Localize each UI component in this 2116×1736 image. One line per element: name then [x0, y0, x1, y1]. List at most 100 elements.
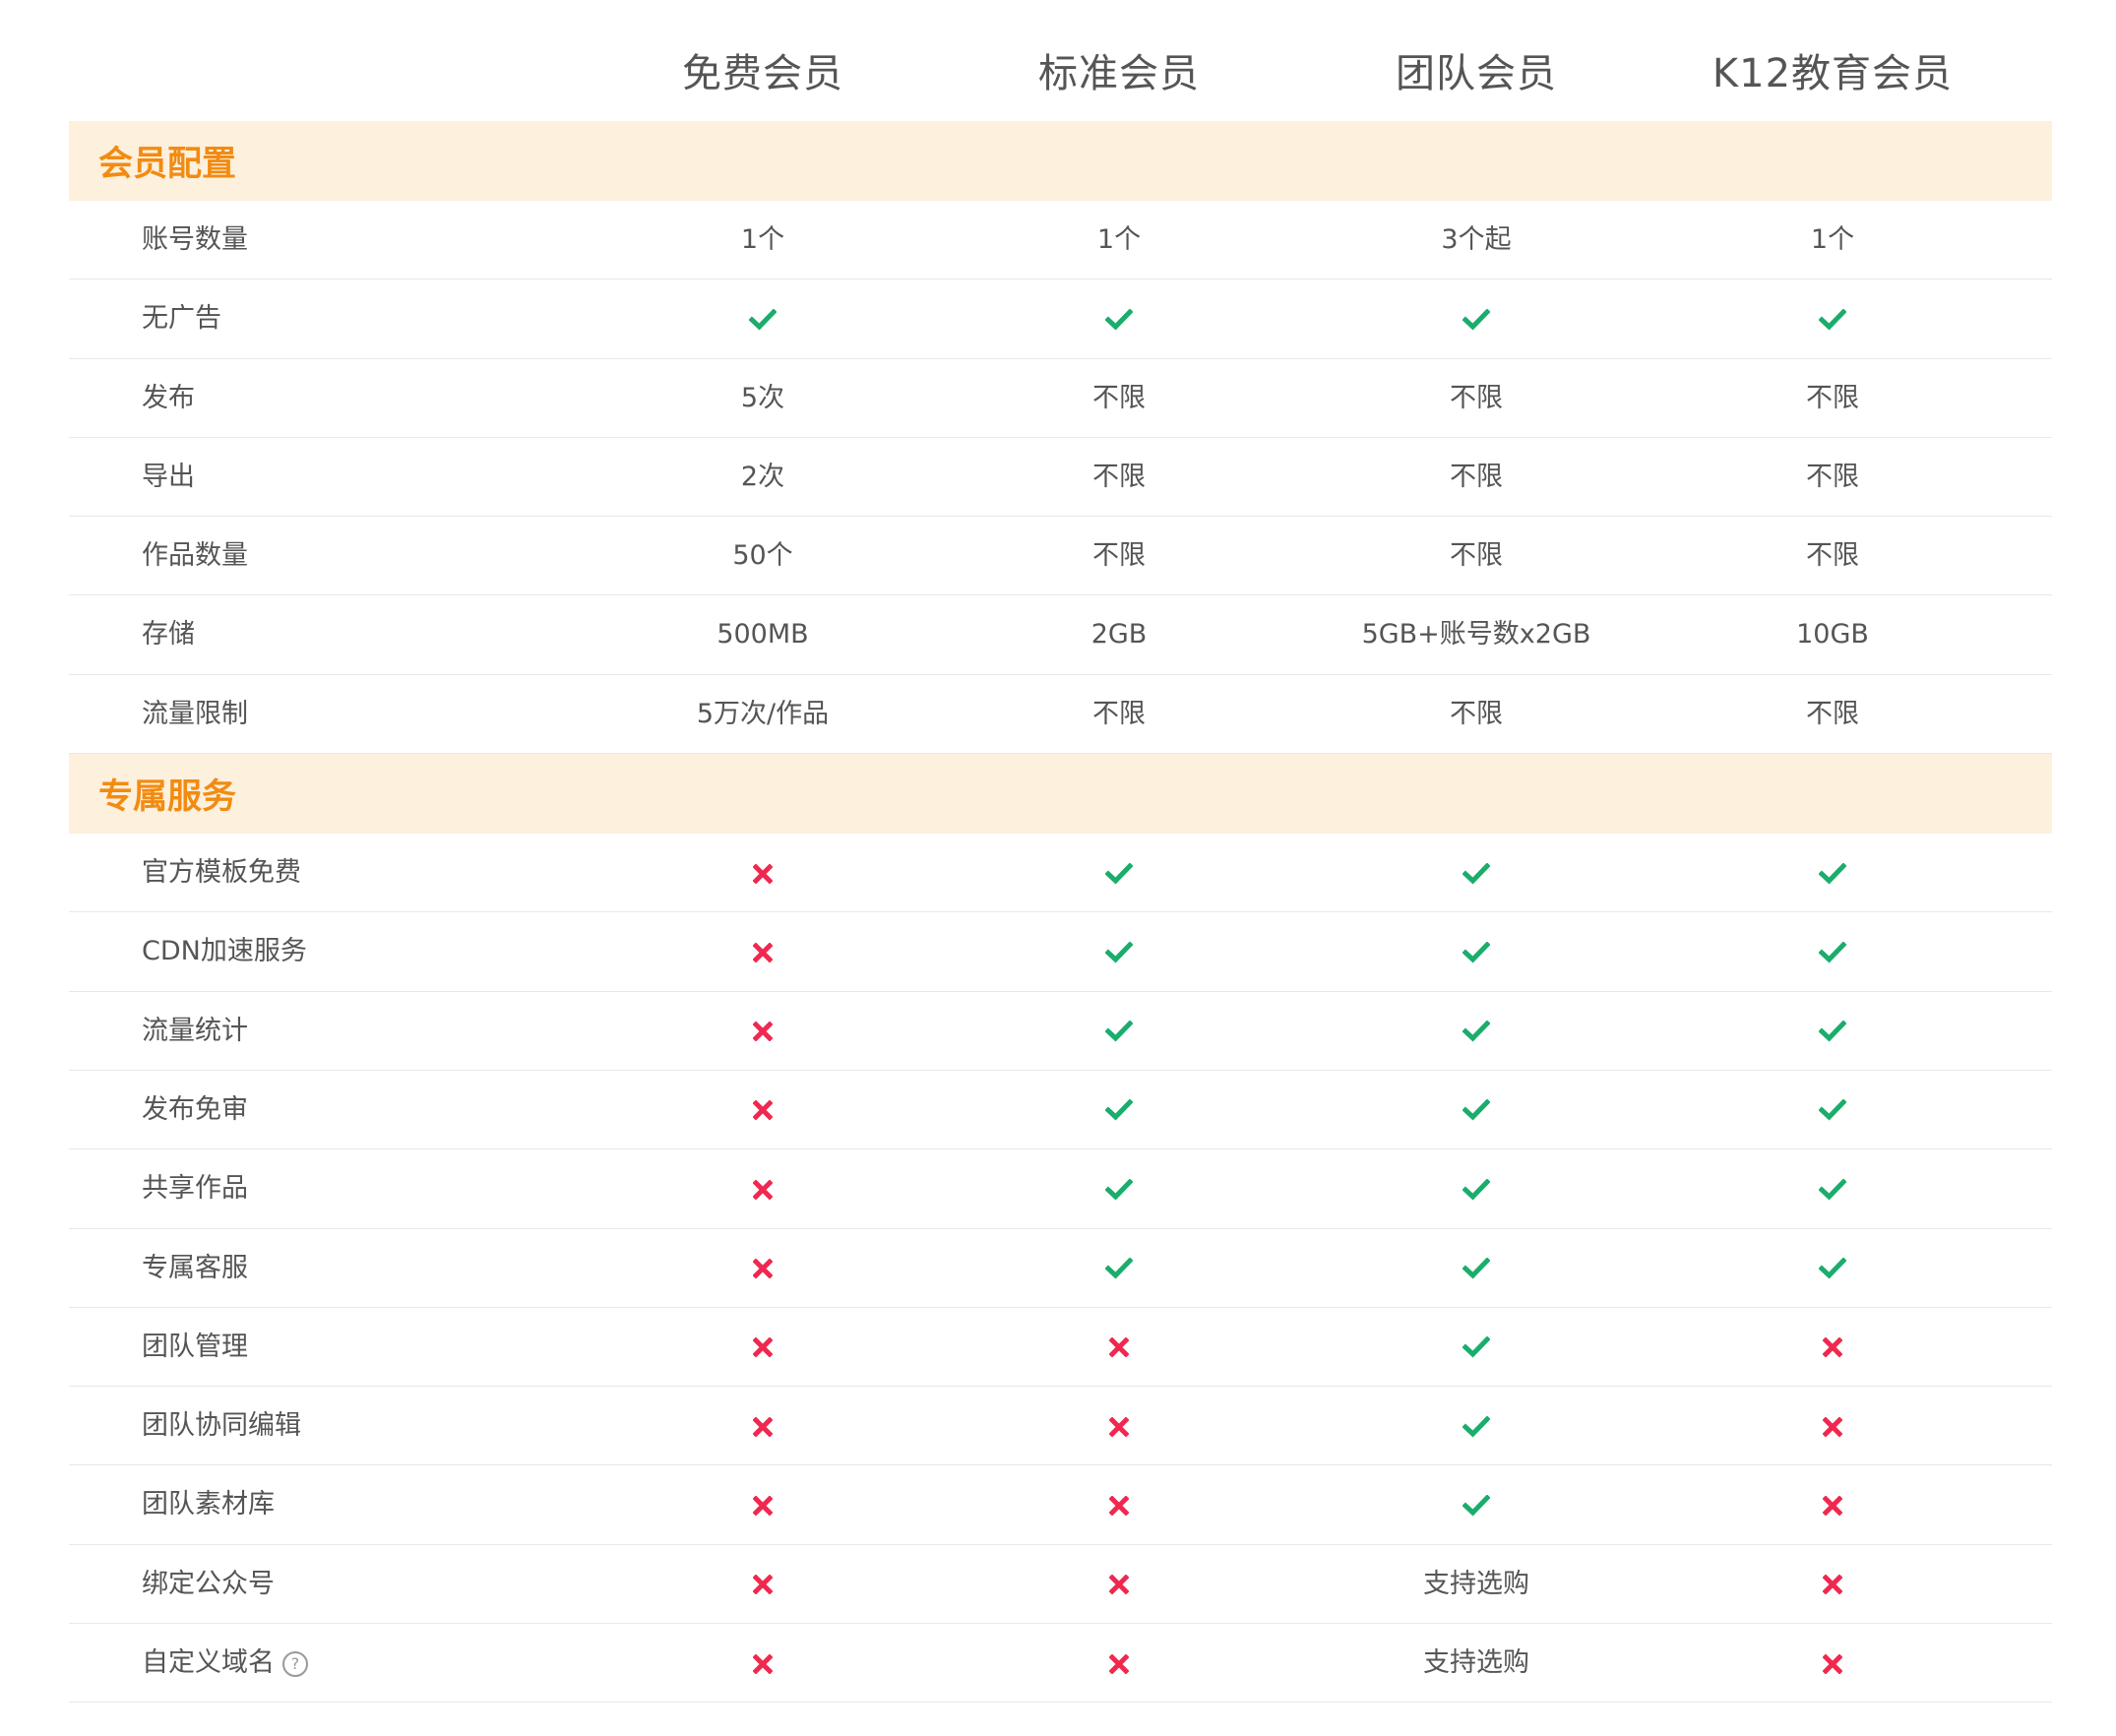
cross-icon: [752, 1495, 774, 1517]
plan-cell: [1654, 1308, 2011, 1387]
cell-value: 1个: [1096, 224, 1142, 255]
table-row: 存储 500MB 2GB 5GB+账号数x2GB 10GB: [69, 595, 2052, 675]
check-icon: [1462, 1257, 1491, 1279]
feature-label: 存储: [142, 595, 195, 674]
plan-cell: 2GB: [941, 595, 1297, 674]
plan-cell: [941, 1229, 1297, 1308]
check-icon: [1462, 1335, 1491, 1358]
cross-icon: [752, 1179, 774, 1201]
plan-cell: [585, 1465, 941, 1544]
cross-icon: [1108, 1653, 1130, 1675]
feature-label: 账号数量: [142, 201, 248, 279]
plan-cell: [585, 279, 941, 358]
plan-cell: [1654, 1465, 2011, 1544]
plan-cell: 不限: [941, 359, 1297, 438]
plan-cell: 不限: [941, 675, 1297, 754]
cell-value: 不限: [1450, 382, 1503, 413]
plan-cell: [941, 1545, 1297, 1624]
plan-cell: [585, 1149, 941, 1228]
cell-value: 5万次/作品: [696, 698, 830, 729]
cell-value: 50个: [732, 540, 793, 572]
check-icon: [1462, 862, 1491, 885]
cell-value: 不限: [1092, 698, 1146, 729]
plan-cell: [941, 1308, 1297, 1387]
plan-cell: [1298, 834, 1654, 912]
cross-icon: [1108, 1336, 1130, 1358]
cell-value: 1个: [740, 224, 785, 255]
plan-cell: [1654, 1149, 2011, 1228]
section-title: 会员配置: [98, 145, 237, 184]
feature-label: CDN加速服务: [142, 912, 307, 991]
feature-label: 团队管理: [142, 1308, 248, 1387]
table-row: 无广告: [69, 279, 2052, 359]
cell-value: 10GB: [1796, 619, 1869, 651]
plan-cell: 不限: [1298, 517, 1654, 595]
plan-cell: [941, 1149, 1297, 1228]
cross-icon: [1822, 1495, 1843, 1517]
feature-label-text: 自定义域名: [142, 1647, 275, 1679]
check-icon: [748, 308, 778, 331]
plan-cell: 不限: [941, 438, 1297, 517]
cross-icon: [1822, 1653, 1843, 1675]
check-icon: [1462, 1020, 1491, 1042]
cross-icon: [752, 863, 774, 885]
feature-label-text: CDN加速服务: [142, 936, 307, 967]
plan-cell: [941, 1465, 1297, 1544]
check-icon: [1818, 1178, 1847, 1201]
plan-cell: [941, 834, 1297, 912]
plan-cell: [1654, 912, 2011, 991]
feature-label-text: 发布免审: [142, 1093, 248, 1125]
cell-value: 1个: [1810, 224, 1855, 255]
feature-label-text: 绑定公众号: [142, 1568, 275, 1599]
table-row: 账号数量 1个 1个 3个起 1个: [69, 201, 2052, 280]
check-icon: [1462, 1415, 1491, 1438]
cell-value: 不限: [1806, 461, 1859, 492]
cell-value: 不限: [1806, 540, 1859, 572]
table-row: 共享作品: [69, 1149, 2052, 1229]
feature-label-text: 流量统计: [142, 1015, 248, 1046]
feature-label: 绑定公众号: [142, 1545, 275, 1624]
check-icon: [1818, 862, 1847, 885]
feature-label: 共享作品: [142, 1149, 248, 1228]
plan-team: 团队会员: [1396, 51, 1557, 96]
check-icon: [1818, 1257, 1847, 1279]
plan-cell: 1个: [941, 201, 1297, 279]
plan-cell: [1298, 992, 1654, 1071]
cell-value: 支持选购: [1423, 1568, 1529, 1599]
plan-cell: 2次: [585, 438, 941, 517]
table-row: 发布免审: [69, 1071, 2052, 1150]
plan-cell: [941, 992, 1297, 1071]
feature-label-text: 团队协同编辑: [142, 1410, 301, 1442]
cell-value: 支持选购: [1423, 1647, 1529, 1679]
plan-cell: [941, 279, 1297, 358]
cross-icon: [752, 1653, 774, 1675]
cross-icon: [752, 1416, 774, 1438]
membership-comparison-page: 免费会员 标准会员 团队会员 K12教育会员 会员配置 账号数量 1个 1个 3个起 1个…: [0, 0, 2116, 1736]
table-row: 流量统计: [69, 992, 2052, 1071]
plan-cell: [1298, 279, 1654, 358]
check-icon: [1104, 308, 1134, 331]
feature-label-text: 作品数量: [142, 540, 248, 572]
feature-label-text: 团队管理: [142, 1331, 248, 1362]
plan-cell: 支持选购: [1298, 1545, 1654, 1624]
plan-cell: 5次: [585, 359, 941, 438]
table-row: 团队协同编辑: [69, 1387, 2052, 1466]
plan-cell: [585, 992, 941, 1071]
plan-cell: [585, 1624, 941, 1703]
cell-value: 5次: [740, 382, 785, 413]
feature-label-text: 导出: [142, 461, 195, 492]
feature-label-text: 发布: [142, 382, 195, 413]
plan-standard: 标准会员: [1038, 51, 1200, 96]
plan-cell: 10GB: [1654, 595, 2011, 674]
feature-label: 发布免审: [142, 1071, 248, 1149]
plan-cell: 不限: [1298, 438, 1654, 517]
plan-cell: [1298, 1149, 1654, 1228]
cell-value: 2GB: [1090, 619, 1148, 651]
table-row: 流量限制 5万次/作品 不限 不限 不限: [69, 675, 2052, 755]
table-row: 作品数量 50个 不限 不限 不限: [69, 517, 2052, 596]
plan-cell: [1298, 1387, 1654, 1465]
check-icon: [1818, 1098, 1847, 1121]
question-circle-icon[interactable]: ?: [282, 1650, 308, 1677]
cell-value: 不限: [1450, 461, 1503, 492]
check-icon: [1462, 1178, 1491, 1201]
